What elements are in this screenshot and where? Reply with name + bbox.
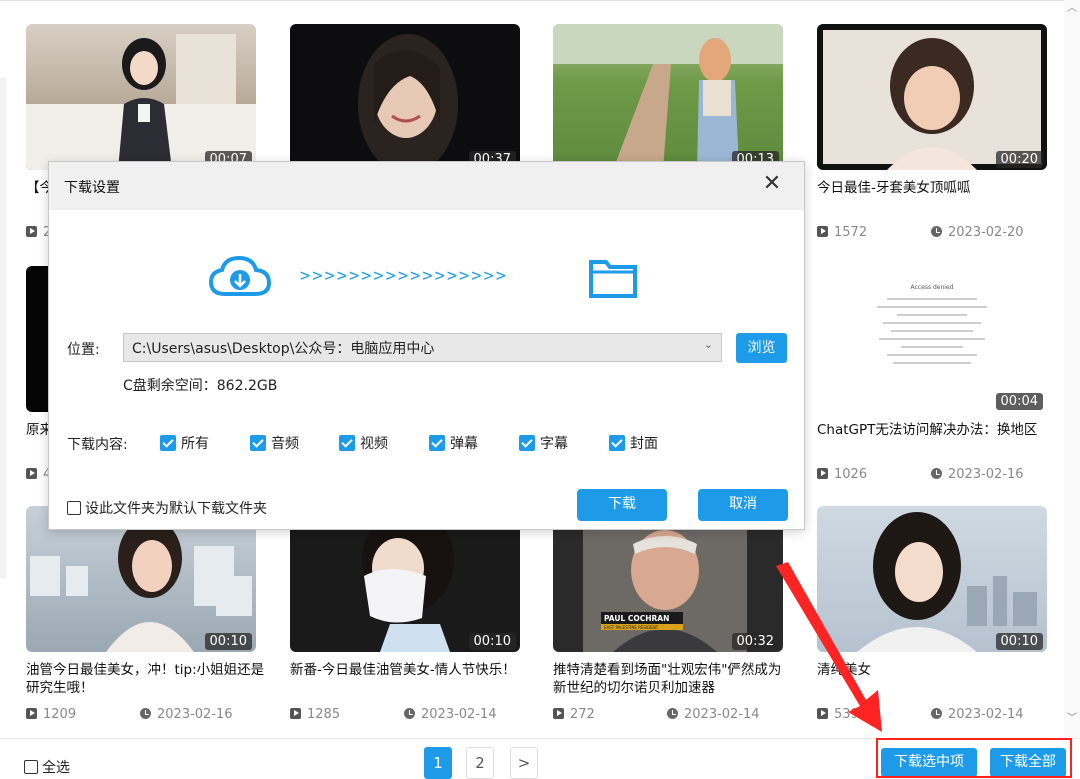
play-count-icon [817, 226, 828, 237]
clock-icon [667, 708, 678, 719]
video-title[interactable]: 油管今日最佳美女，冲！tip:小姐姐还是研究生哦！ [26, 661, 266, 697]
play-count-icon [26, 226, 37, 237]
play-count-icon [817, 468, 828, 479]
thumbnail-caption: PAUL COCHRAN [604, 614, 670, 623]
vertical-scrollbar[interactable]: ︿ ﹀ [1064, 0, 1080, 740]
transfer-arrows: >>>>>>>>>>>>>>>>> [300, 266, 508, 286]
play-count-icon [553, 708, 564, 719]
red-arrow [776, 562, 882, 732]
play-count-icon [26, 468, 37, 479]
browse-button[interactable]: 浏览 [736, 333, 787, 363]
view-count: 1572 [817, 225, 867, 240]
duration-badge: 00:10 [995, 633, 1043, 650]
checkbox-icon [339, 435, 355, 451]
view-count: 1209 [26, 707, 76, 722]
clock-icon [931, 468, 942, 479]
video-thumbnail[interactable]: 00:20 [817, 24, 1047, 170]
content-label: 下载内容: [67, 437, 128, 453]
close-icon[interactable]: ✕ [760, 172, 784, 196]
scroll-up-icon[interactable]: ︿ [1067, 4, 1077, 14]
view-count: 1285 [290, 707, 340, 722]
thumbnail-image [358, 34, 458, 170]
upload-date: 2023-02-14 [404, 707, 497, 722]
view-count: 272 [553, 707, 595, 722]
select-all-checkbox[interactable]: 全选 [24, 757, 70, 777]
clock-icon [931, 708, 942, 719]
checkbox-icon [67, 501, 81, 515]
download-settings-dialog: 下载设置 ✕ >>>>>>>>>>>>>>>>> 位置: C:\Users\as… [48, 161, 805, 530]
save-path-select[interactable]: C:\Users\asus\Desktop\公众号：电脑应用中心 ⌄ [123, 333, 722, 362]
upload-date: 2023-02-20 [931, 225, 1024, 240]
cloud-download-icon [209, 255, 271, 296]
play-count-icon [26, 708, 37, 719]
checkbox-icon [609, 435, 625, 451]
option-subtitle-checkbox[interactable]: 字幕 [519, 433, 568, 453]
checkbox-icon [250, 435, 266, 451]
option-danmaku-checkbox[interactable]: 弹幕 [429, 433, 478, 453]
default-folder-checkbox[interactable]: 设此文件夹为默认下载文件夹 [67, 498, 267, 518]
chevron-down-icon[interactable]: ⌄ [704, 338, 713, 351]
thumbnail-subcaption: EAST PALESTINE RESIDENT [604, 625, 659, 630]
clock-icon [931, 226, 942, 237]
folder-icon [589, 260, 637, 298]
thumbnail-image [823, 30, 1041, 170]
highlight-box [876, 738, 1072, 778]
thumbnail-image [553, 24, 783, 170]
video-title[interactable]: 新番-今日最佳油管美女-情人节快乐！ [290, 661, 530, 679]
clock-icon [140, 708, 151, 719]
duration-badge: 00:10 [204, 633, 252, 650]
duration-badge: 00:20 [995, 151, 1043, 168]
video-title[interactable]: 推特清楚看到场面"壮观宏伟"俨然成为新世纪的切尔诺贝利加速器 [553, 661, 793, 697]
clock-icon [404, 708, 415, 719]
checkbox-icon [429, 435, 445, 451]
play-count-icon [290, 708, 301, 719]
checkbox-icon [24, 760, 38, 774]
page-2-button[interactable]: 2 [466, 747, 494, 779]
option-video-checkbox[interactable]: 视频 [339, 433, 388, 453]
video-title[interactable]: ChatGPT无法访问解决办法：换地区 [817, 421, 1057, 439]
view-count: 1026 [817, 467, 867, 482]
scroll-down-icon[interactable]: ﹀ [1067, 714, 1077, 724]
video-title[interactable]: 今日最佳-牙套美女顶呱呱 [817, 179, 1057, 197]
upload-date: 2023-02-14 [667, 707, 760, 722]
dialog-header: 下载设置 ✕ [49, 162, 804, 210]
download-button[interactable]: 下载 [577, 489, 667, 521]
thumbnail-image [26, 34, 256, 170]
video-thumbnail[interactable]: 00:13 [553, 24, 783, 170]
duration-badge: 00:04 [995, 393, 1043, 410]
video-thumbnail[interactable]: 00:37 [290, 24, 520, 170]
checkbox-icon [160, 435, 176, 451]
option-all-checkbox[interactable]: 所有 [160, 433, 209, 453]
location-label: 位置: [67, 342, 100, 358]
upload-date: 2023-02-14 [931, 707, 1024, 722]
save-path-value: C:\Users\asus\Desktop\公众号：电脑应用中心 [132, 341, 435, 357]
option-cover-checkbox[interactable]: 封面 [609, 433, 658, 453]
page-1-button[interactable]: 1 [424, 747, 452, 779]
checkbox-icon [519, 435, 535, 451]
upload-date: 2023-02-16 [140, 707, 233, 722]
upload-date: 2023-02-16 [931, 467, 1024, 482]
cancel-button[interactable]: 取消 [698, 489, 788, 521]
next-page-button[interactable]: > [510, 747, 538, 779]
video-thumbnail[interactable]: Access denied 00:04 [817, 266, 1047, 412]
option-audio-checkbox[interactable]: 音频 [250, 433, 299, 453]
dialog-title: 下载设置 [64, 180, 120, 196]
free-space-text: C盘剩余空间：862.2GB [123, 378, 278, 394]
duration-badge: 00:10 [468, 633, 516, 650]
video-thumbnail[interactable]: 00:07 [26, 24, 256, 170]
thumbnail-text: Access denied [910, 284, 954, 291]
